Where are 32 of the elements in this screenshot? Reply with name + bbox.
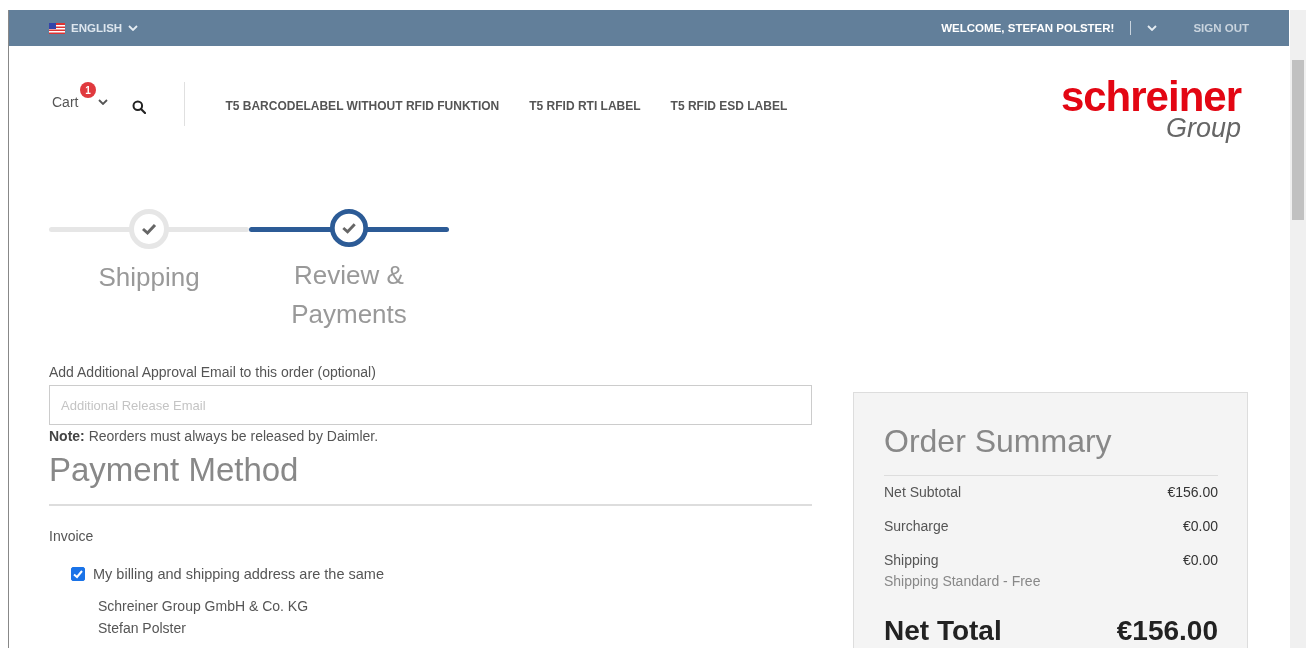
language-selector[interactable]: ENGLISH <box>71 22 123 34</box>
nav-link[interactable]: T5 RFID RTI LABEL <box>529 99 641 113</box>
nav-link[interactable]: T5 RFID ESD LABEL <box>670 99 788 113</box>
summary-label: Shipping <box>884 551 940 570</box>
total-label: Net Total <box>884 615 1002 647</box>
search-icon[interactable] <box>132 100 147 114</box>
cart-link[interactable]: Cart <box>52 94 79 110</box>
summary-value: €0.00 <box>1182 517 1218 536</box>
summary-label: Net Subtotal <box>884 483 962 502</box>
summary-detail: Shipping Standard - Free <box>884 572 1041 591</box>
address-line: Stefan Polster <box>98 619 187 638</box>
scrollbar[interactable] <box>1290 10 1306 648</box>
welcome-text: WELCOME, STEFAN POLSTER! <box>941 22 1115 34</box>
address-line: Schreiner Group GmbH & Co. KG <box>98 597 310 616</box>
summary-value: €156.00 <box>1167 483 1218 502</box>
flag-icon <box>49 22 65 34</box>
note-text: Note: Reorders must always be released by Daimler. <box>49 427 380 446</box>
email-input[interactable]: Additional Release Email <box>49 385 812 425</box>
checkbox-label: My billing and shipping address are the same <box>93 565 384 584</box>
field-label: Add Additional Approval Email to this order (optional) <box>49 363 377 382</box>
section-title: Payment Method <box>49 450 812 506</box>
checkbox[interactable] <box>71 567 85 581</box>
logo-wordmark[interactable]: schreiner <box>1060 76 1241 118</box>
cart-count-badge: 1 <box>80 82 96 98</box>
nav-link[interactable]: T5 BARCODELABEL WITHOUT RFID FUNKTION <box>225 99 500 113</box>
total-value: €156.00 <box>1116 615 1218 647</box>
summary-title: Order Summary <box>884 421 1218 476</box>
summary-value: €0.00 <box>1182 551 1218 570</box>
logo-subtitle[interactable]: Group <box>1165 115 1241 142</box>
chevron-down-icon[interactable] <box>98 99 109 105</box>
payment-method-label: Invoice <box>49 527 95 546</box>
summary-label: Surcharge <box>884 517 949 536</box>
